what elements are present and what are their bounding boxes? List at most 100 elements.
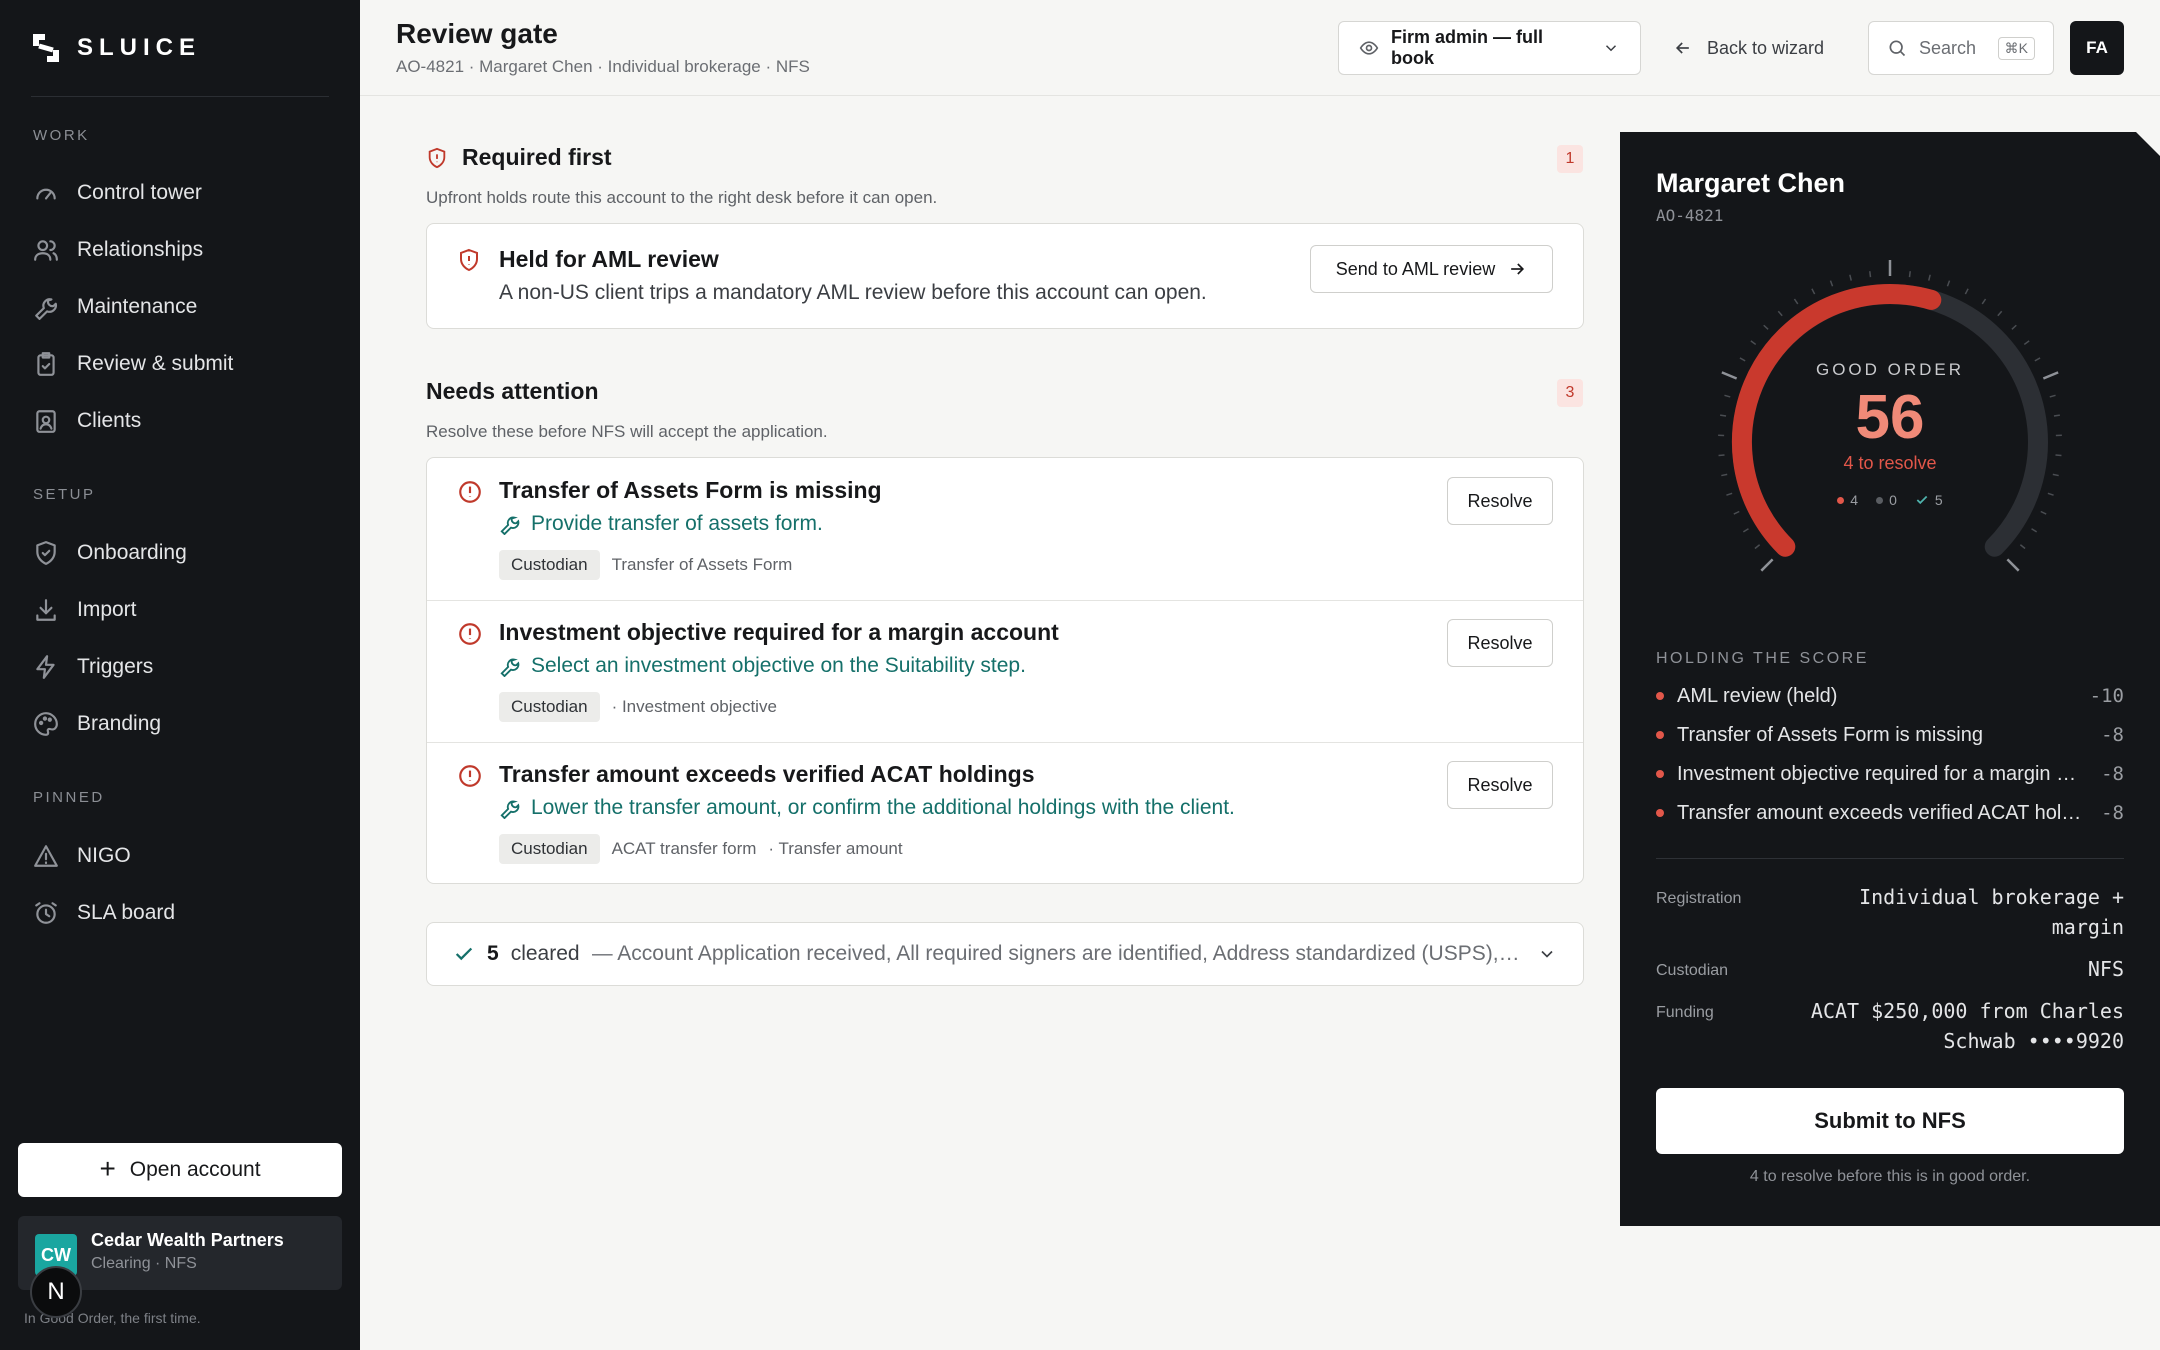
brand-logo[interactable]: SLUICE (31, 32, 201, 64)
open-account-button[interactable]: + Open account (18, 1143, 342, 1197)
issue-fix-text: Lower the transfer amount, or confirm th… (531, 796, 1235, 819)
nav-triggers[interactable]: Triggers (33, 647, 153, 687)
custodian-label: Custodian (1656, 962, 1729, 979)
gauge-tick (1721, 473, 1728, 477)
nav-clients[interactable]: Clients (33, 401, 141, 441)
required-desc: Upfront holds route this account to the … (426, 188, 938, 207)
nav-label: Clients (77, 409, 142, 432)
nav-label: Review & submit (77, 352, 234, 375)
back-to-wizard-link[interactable]: Back to wizard (1673, 21, 1824, 75)
wrench-icon (500, 800, 520, 819)
gauge-tick (1763, 324, 1769, 330)
row-divider (427, 600, 1583, 601)
nav-onboarding[interactable]: Onboarding (33, 533, 187, 573)
issue-fix-text: Select an investment objective on the Su… (531, 654, 1026, 677)
wrench-icon (500, 658, 520, 677)
nav-review-submit[interactable]: Review & submit (33, 344, 233, 384)
hold-points: -8 (2101, 724, 2124, 746)
nav-label: Control tower (77, 181, 202, 204)
arrow-left-icon (1675, 42, 1689, 54)
alert-circle-icon (459, 765, 481, 787)
nav-sla-board[interactable]: SLA board (33, 893, 175, 933)
red-bullet-icon (1656, 770, 1664, 778)
nav-nigo[interactable]: NIGO (33, 836, 131, 876)
topbar: Review gate AO-4821 · Margaret Chen · In… (360, 0, 2160, 96)
issue-fix: Provide transfer of assets form. (499, 512, 823, 536)
gauge-tick (1793, 298, 1799, 305)
section-pinned: PINNED (33, 789, 105, 806)
cleared-list: — Account Application received, All requ… (591, 942, 1525, 965)
section-work: WORK (33, 127, 90, 144)
issue-tags: Custodian Transfer of Assets Form (499, 550, 792, 580)
n-badge-button[interactable]: N (30, 1266, 82, 1318)
nav-label: NIGO (77, 844, 131, 867)
gauge-tick (2031, 528, 2038, 533)
users-icon (34, 240, 58, 261)
gauge-tick (2019, 544, 2026, 550)
custodian-tag: Custodian (499, 692, 600, 722)
nav-control-tower[interactable]: Control tower (33, 173, 202, 213)
resolve-label: Resolve (1467, 632, 1533, 653)
issue-fix: Lower the transfer amount, or confirm th… (499, 796, 1235, 820)
warning-triangle-icon (34, 845, 58, 867)
nav-maintenance[interactable]: Maintenance (33, 287, 197, 327)
gauge-tick (1946, 280, 1951, 287)
legend-pending-count: 0 (1889, 492, 1897, 508)
open-account-label: Open account (129, 1158, 261, 1181)
nav-relationships[interactable]: Relationships (33, 230, 203, 270)
score-panel: Margaret Chen AO-4821 GOOD ORDER 56 4 to… (1620, 132, 2160, 1226)
holding-score-title: HOLDING THE SCORE (1656, 650, 1869, 667)
hold-row: AML review (held) -10 (1656, 681, 2124, 711)
resolve-button[interactable]: Resolve (1447, 761, 1553, 809)
hold-points: -8 (2101, 802, 2124, 824)
role-select[interactable]: Firm admin — full book (1338, 21, 1641, 75)
user-avatar[interactable]: FA (2070, 21, 2124, 75)
search-shortcut: ⌘K (1997, 36, 2035, 60)
aml-hold-card: Held for AML review A non-US client trip… (426, 223, 1584, 329)
arrow-right-icon (1511, 263, 1525, 275)
send-to-aml-button[interactable]: Send to AML review (1310, 245, 1553, 293)
submit-to-nfs-button[interactable]: Submit to NFS (1656, 1088, 2124, 1154)
gauge-tick (1908, 271, 1911, 278)
check-icon (455, 947, 473, 961)
custodian-value: NFS (2087, 957, 2124, 981)
gauge-tick (1750, 340, 1757, 346)
gauge-tick (2052, 473, 2059, 477)
org-name: Cedar Wealth Partners (91, 1230, 284, 1250)
hold-label: Transfer of Assets Form is missing (1677, 723, 1983, 746)
nav-import[interactable]: Import (33, 590, 137, 630)
client-id: AO-4821 (1656, 206, 1724, 225)
search-input[interactable]: Search ⌘K (1868, 21, 2054, 75)
section-setup: SETUP (33, 486, 96, 503)
wrench-icon (35, 298, 57, 320)
palette-icon (34, 712, 58, 736)
issue-meta-field: · Transfer amount (768, 839, 903, 858)
nav-branding[interactable]: Branding (33, 704, 161, 744)
issue-fix-text: Provide transfer of assets form. (531, 512, 823, 535)
gauge-tick (1869, 271, 1872, 278)
resolve-label: Resolve (1467, 490, 1533, 511)
cleared-label: cleared (510, 942, 580, 965)
aml-hold-desc: A non-US client trips a mandatory AML re… (499, 281, 1207, 304)
gauge-tick (1811, 288, 1816, 295)
resolve-button[interactable]: Resolve (1447, 477, 1553, 525)
aml-hold-title: Held for AML review (499, 246, 719, 272)
search-placeholder: Search (1919, 37, 1977, 58)
legend-open: 4 (1837, 492, 1858, 508)
hold-points: -10 (2089, 685, 2124, 707)
resolve-button[interactable]: Resolve (1447, 619, 1553, 667)
panel-corner (2136, 132, 2160, 156)
score-value: 56 (1855, 383, 1925, 452)
nav-label: Import (77, 598, 137, 621)
attention-list: Transfer of Assets Form is missing Provi… (426, 457, 1584, 884)
score-sub: 4 to resolve (1843, 453, 1937, 473)
registration-label: Registration (1656, 890, 1742, 907)
alarm-clock-icon (35, 902, 57, 924)
red-bullet-icon (1656, 809, 1664, 817)
issue-tags: Custodian · Investment objective (499, 692, 777, 722)
cleared-summary[interactable]: 5 cleared — Account Application received… (426, 922, 1584, 986)
funding-value: ACAT $250,000 from Charles Schwab ••••99… (1810, 999, 2124, 1053)
plus-icon: + (99, 1152, 116, 1184)
gauge-tick (1849, 274, 1852, 281)
contact-card-icon (36, 410, 56, 433)
